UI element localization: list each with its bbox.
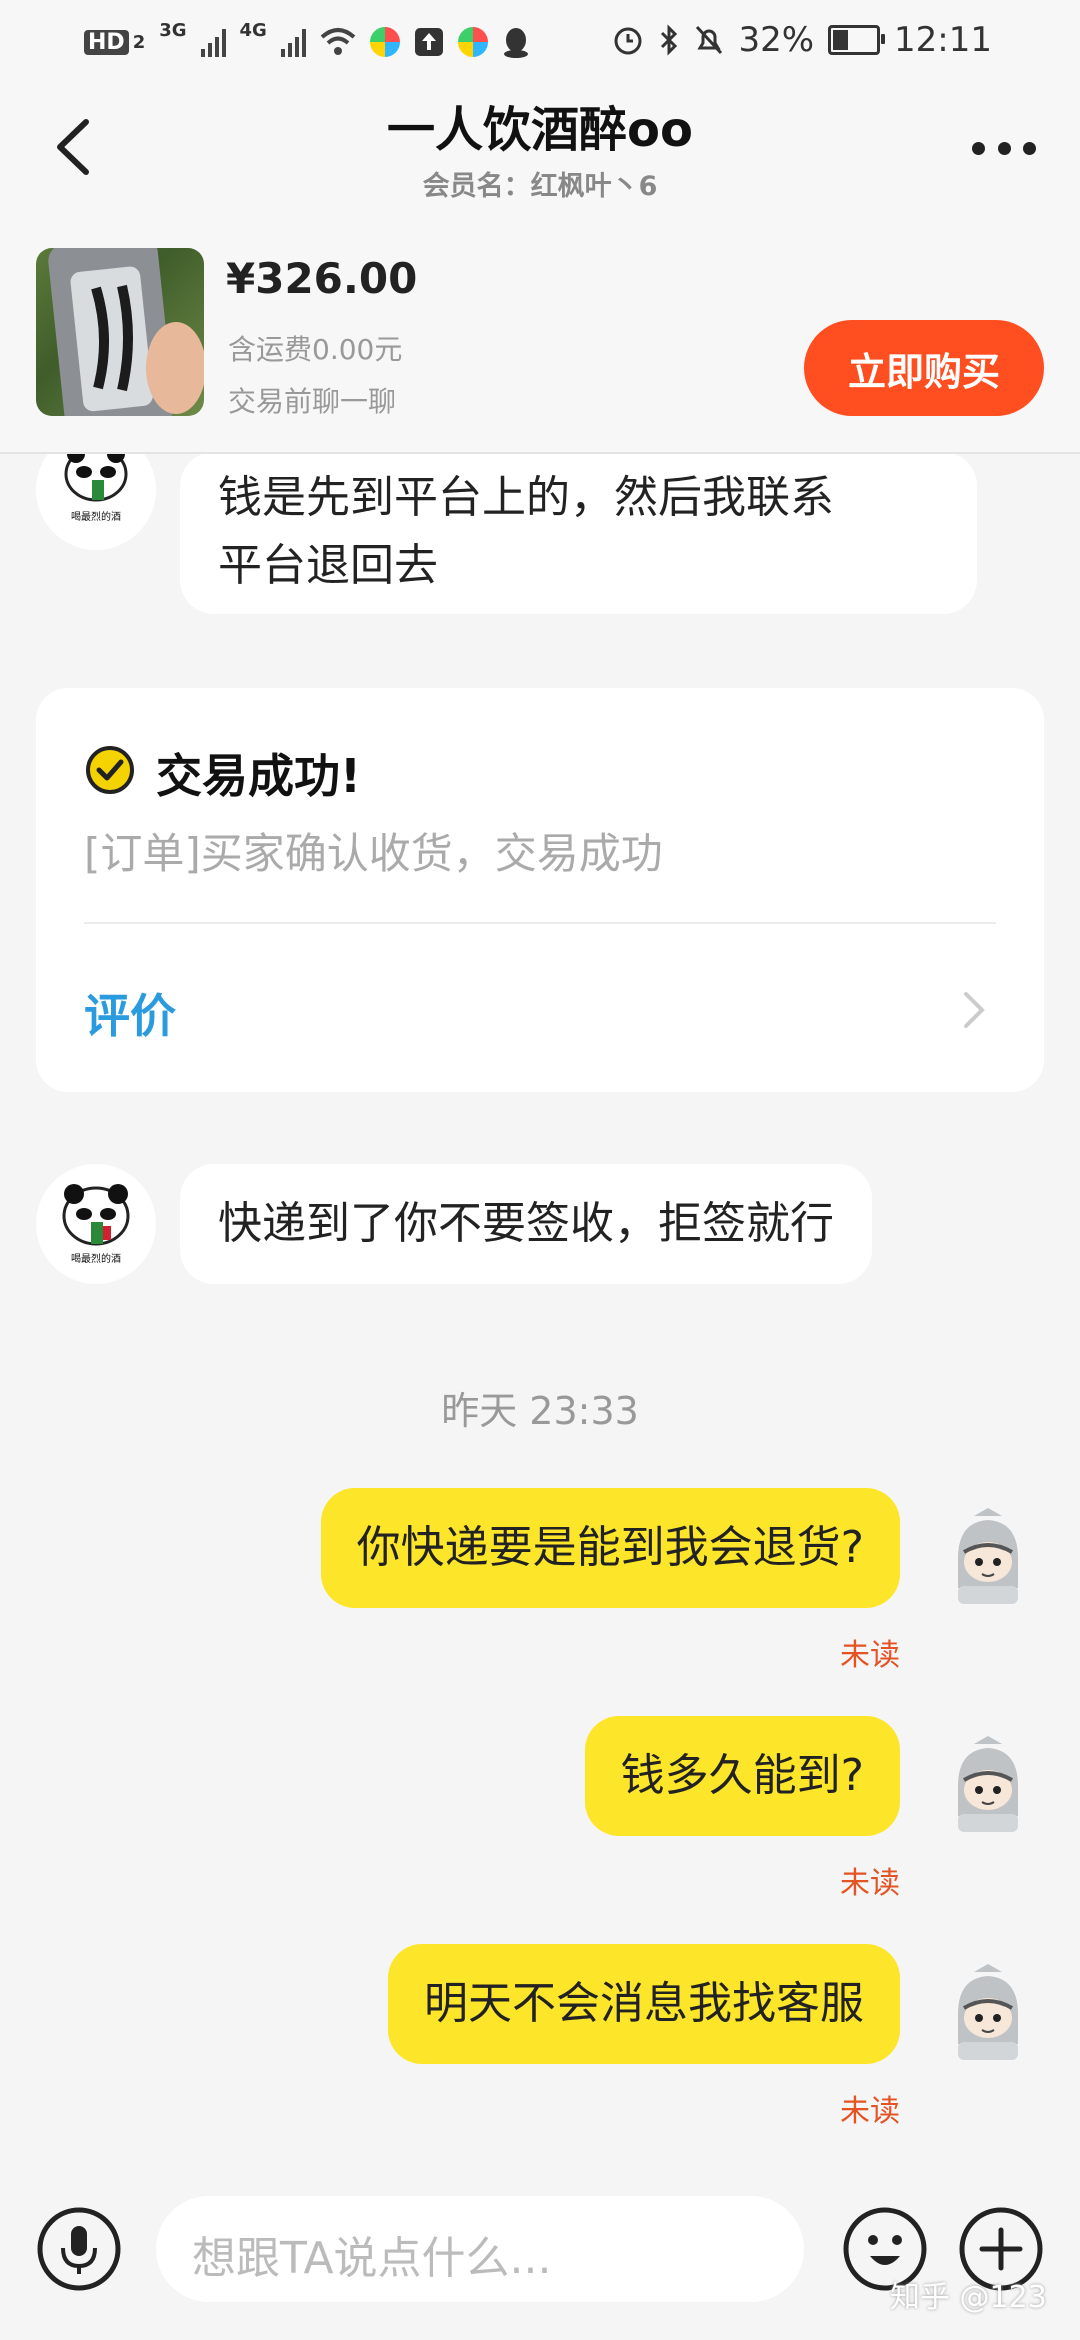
review-link[interactable]: 评价 xyxy=(84,980,176,1046)
shipping-fee-label: 含运费0.00元 xyxy=(228,333,403,366)
hd-badge: HD xyxy=(84,29,129,55)
app-icon-1 xyxy=(369,27,400,57)
message-timestamp: 昨天 23:33 xyxy=(441,1389,639,1433)
chat-title: 一人饮酒醉oo xyxy=(387,102,693,158)
message-bubble-seller-1[interactable]: 钱是先到平台上的，然后我联系 平台退回去 xyxy=(180,452,977,614)
avatar-caption: 喝最烈的酒 xyxy=(71,510,121,523)
message-bubble-me-1[interactable]: 你快递要是能到我会退货? xyxy=(320,1488,900,1608)
upload-icon xyxy=(414,28,443,56)
buy-button[interactable]: 立即购买 xyxy=(804,320,1044,416)
check-circle-icon xyxy=(86,746,134,794)
wifi-icon xyxy=(320,28,356,55)
unread-status: 未读 xyxy=(840,1866,900,1901)
network-4g: 4G xyxy=(239,20,267,41)
app-icon-2 xyxy=(457,27,488,57)
product-thumbnail-image[interactable] xyxy=(36,248,204,416)
signal-icon-2 xyxy=(280,27,306,57)
message-text: 快递到了你不要签收，拒签就行 xyxy=(218,1198,834,1249)
order-status-title: 交易成功! xyxy=(156,749,361,803)
user-avatar[interactable] xyxy=(938,1508,1038,1608)
chat-note-label: 交易前聊一聊 xyxy=(228,385,397,418)
status-right: 32% 12:11 xyxy=(612,18,992,62)
status-left: HD 2 3G 4G xyxy=(84,20,530,64)
battery-percent: 32% xyxy=(738,20,815,60)
chevron-right-icon[interactable] xyxy=(962,990,986,1030)
avatar-caption: 喝最烈的酒 xyxy=(71,1252,121,1265)
message-bubble-me-2[interactable]: 钱多久能到? xyxy=(584,1716,900,1836)
battery-icon xyxy=(828,25,886,55)
message-text: 钱是先到平台上的，然后我联系 xyxy=(218,472,834,523)
microphone-icon[interactable] xyxy=(36,2206,122,2292)
sim-number: 2 xyxy=(132,31,146,53)
user-avatar[interactable] xyxy=(938,1964,1038,2064)
alarm-icon xyxy=(614,27,642,55)
qq-icon xyxy=(503,28,528,58)
mute-bell-icon xyxy=(696,25,723,55)
bluetooth-icon xyxy=(661,24,678,56)
more-menu-icon[interactable] xyxy=(972,138,1036,158)
member-name: 会员名：红枫叶丶6 xyxy=(422,171,658,202)
user-avatar[interactable] xyxy=(938,1736,1038,1836)
network-3g: 3G xyxy=(159,20,187,41)
message-input-placeholder: 想跟TA说点什么... xyxy=(192,2233,552,2284)
seller-avatar[interactable]: 喝最烈的酒 xyxy=(36,1164,156,1284)
message-bubble-seller-2[interactable]: 快递到了你不要签收，拒签就行 xyxy=(180,1164,872,1284)
message-text: 平台退回去 xyxy=(218,540,438,591)
message-text: 明天不会消息我找客服 xyxy=(424,1978,864,2029)
clock: 12:11 xyxy=(894,20,992,60)
message-text: 钱多久能到? xyxy=(620,1750,864,1801)
unread-status: 未读 xyxy=(840,1638,900,1673)
order-status-desc: [订单]买家确认收货，交易成功 xyxy=(84,829,663,878)
signal-icon xyxy=(200,27,226,57)
card-divider xyxy=(84,922,996,924)
message-bubble-me-3[interactable]: 明天不会消息我找客服 xyxy=(388,1944,900,2064)
unread-status: 未读 xyxy=(840,2094,900,2129)
message-text: 你快递要是能到我会退货? xyxy=(356,1522,864,1573)
product-price-label: ¥326.00 xyxy=(226,254,418,303)
watermark: 知乎 @123 xyxy=(890,2280,1047,2315)
